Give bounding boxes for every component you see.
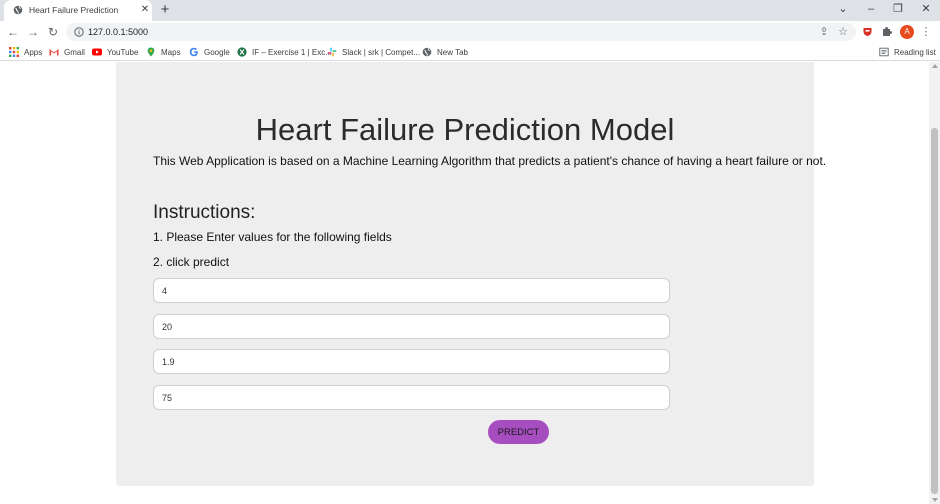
tab-close-icon[interactable]: ✕ — [140, 4, 150, 15]
new-tab-icon[interactable]: + — [158, 2, 172, 18]
bookmark-label: Gmail — [64, 47, 85, 57]
slack-icon — [327, 47, 337, 57]
instructions-heading: Instructions: — [153, 202, 256, 223]
share-icon[interactable]: ⇪ — [818, 26, 830, 38]
url-text: 127.0.0.1:5000 — [88, 27, 149, 37]
bookmark-label: Google — [204, 47, 230, 57]
bookmark-label: IF – Exercise 1 | Exc... — [252, 47, 332, 57]
apps-grid-icon — [9, 47, 19, 57]
tab-search-icon[interactable]: ⌄ — [836, 3, 850, 15]
bookmark-label: YouTube — [107, 47, 139, 57]
bookmark-apps[interactable]: Apps — [9, 46, 42, 58]
bookmark-exercise[interactable]: IF – Exercise 1 | Exc... — [237, 46, 332, 58]
scroll-up-icon[interactable] — [931, 64, 938, 68]
page-subtitle: This Web Application is based on a Machi… — [153, 154, 827, 168]
reading-list-icon — [879, 47, 889, 57]
browser-tab-active[interactable]: Heart Failure Prediction ✕ — [4, 0, 152, 21]
tab-strip: Heart Failure Prediction ✕ + ⌄ – ❐ ✕ — [0, 0, 940, 21]
bookmark-youtube[interactable]: YouTube — [92, 46, 138, 58]
globe-icon — [422, 47, 432, 57]
extension-shield-icon[interactable] — [862, 26, 873, 37]
address-bar[interactable]: 127.0.0.1:5000 ⇪ ☆ — [66, 23, 856, 41]
back-icon[interactable]: ← — [6, 25, 20, 39]
tab-title: Heart Failure Prediction — [29, 5, 119, 15]
bookmark-label: Maps — [161, 47, 181, 57]
window-close-icon[interactable]: ✕ — [919, 3, 933, 15]
input-field-2[interactable] — [153, 314, 670, 339]
predict-button[interactable]: PREDICT — [488, 420, 549, 444]
bookmark-maps[interactable]: Maps — [146, 46, 181, 58]
extensions-puzzle-icon[interactable] — [881, 26, 892, 37]
youtube-icon — [92, 48, 102, 56]
maps-pin-icon — [147, 47, 155, 57]
bookmark-google[interactable]: Google — [189, 46, 230, 58]
bookmark-star-icon[interactable]: ☆ — [837, 26, 849, 38]
page-scrollbar[interactable] — [929, 62, 940, 504]
bookmark-label: Slack | srk | Compet... — [342, 47, 420, 57]
form-card: Heart Failure Prediction Model This Web … — [116, 62, 826, 486]
page-viewport: Heart Failure Prediction Model This Web … — [0, 62, 929, 504]
gmail-icon — [49, 49, 59, 56]
bookmark-new-tab[interactable]: New Tab — [422, 46, 468, 58]
browser-menu-icon[interactable]: ⋮ — [920, 25, 932, 39]
bookmark-label: New Tab — [437, 47, 468, 57]
scrollbar-thumb[interactable] — [931, 128, 938, 494]
reload-icon[interactable]: ↻ — [46, 25, 60, 39]
profile-avatar[interactable]: A — [900, 25, 914, 39]
instruction-step-2: 2. click predict — [153, 255, 230, 269]
bookmark-slack[interactable]: Slack | srk | Compet... — [327, 46, 420, 58]
input-field-1[interactable] — [153, 278, 670, 303]
site-info-icon[interactable] — [74, 27, 84, 37]
reading-list-button[interactable]: Reading list — [879, 46, 936, 58]
instruction-step-1: 1. Please Enter values for the following… — [153, 230, 392, 244]
bookmark-gmail[interactable]: Gmail — [49, 46, 85, 58]
page-title: Heart Failure Prediction Model — [255, 112, 675, 147]
forward-icon[interactable]: → — [26, 25, 40, 39]
scroll-down-icon[interactable] — [931, 498, 938, 502]
bookmark-label: Apps — [24, 47, 43, 57]
reading-list-label: Reading list — [894, 47, 936, 57]
minimize-icon[interactable]: – — [864, 3, 878, 15]
input-field-4[interactable] — [153, 385, 670, 410]
excel-icon — [237, 47, 247, 57]
input-field-3[interactable] — [153, 349, 670, 374]
google-icon — [189, 47, 198, 57]
bookmarks-bar: Apps Gmail YouTube Maps Google IF – Exer… — [0, 43, 940, 61]
restore-icon[interactable]: ❐ — [891, 3, 905, 15]
browser-toolbar: ← → ↻ 127.0.0.1:5000 ⇪ ☆ A ⋮ — [0, 21, 940, 43]
globe-icon — [13, 5, 23, 15]
